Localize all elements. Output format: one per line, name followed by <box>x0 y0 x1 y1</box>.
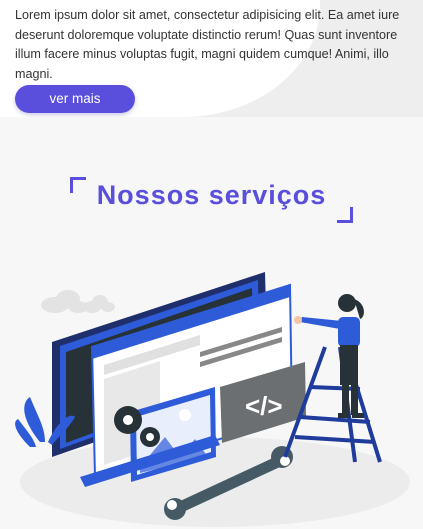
services-illustration: </> <box>15 272 410 527</box>
code-symbol-text: </> <box>245 391 283 421</box>
services-section: Nossos serviços </> <box>0 117 423 529</box>
title-corner-bottom-right <box>337 207 353 223</box>
services-title: Nossos serviços <box>96 180 327 210</box>
cloud-right-icon <box>83 295 115 313</box>
cloud-left-icon <box>41 290 88 313</box>
hero-paragraph: Lorem ipsum dolor sit amet, consectetur … <box>15 8 400 81</box>
ver-mais-button[interactable]: ver mais <box>15 85 135 113</box>
services-title-block: Nossos serviços <box>70 177 353 223</box>
hero-section: Lorem ipsum dolor sit amet, consectetur … <box>0 0 423 117</box>
